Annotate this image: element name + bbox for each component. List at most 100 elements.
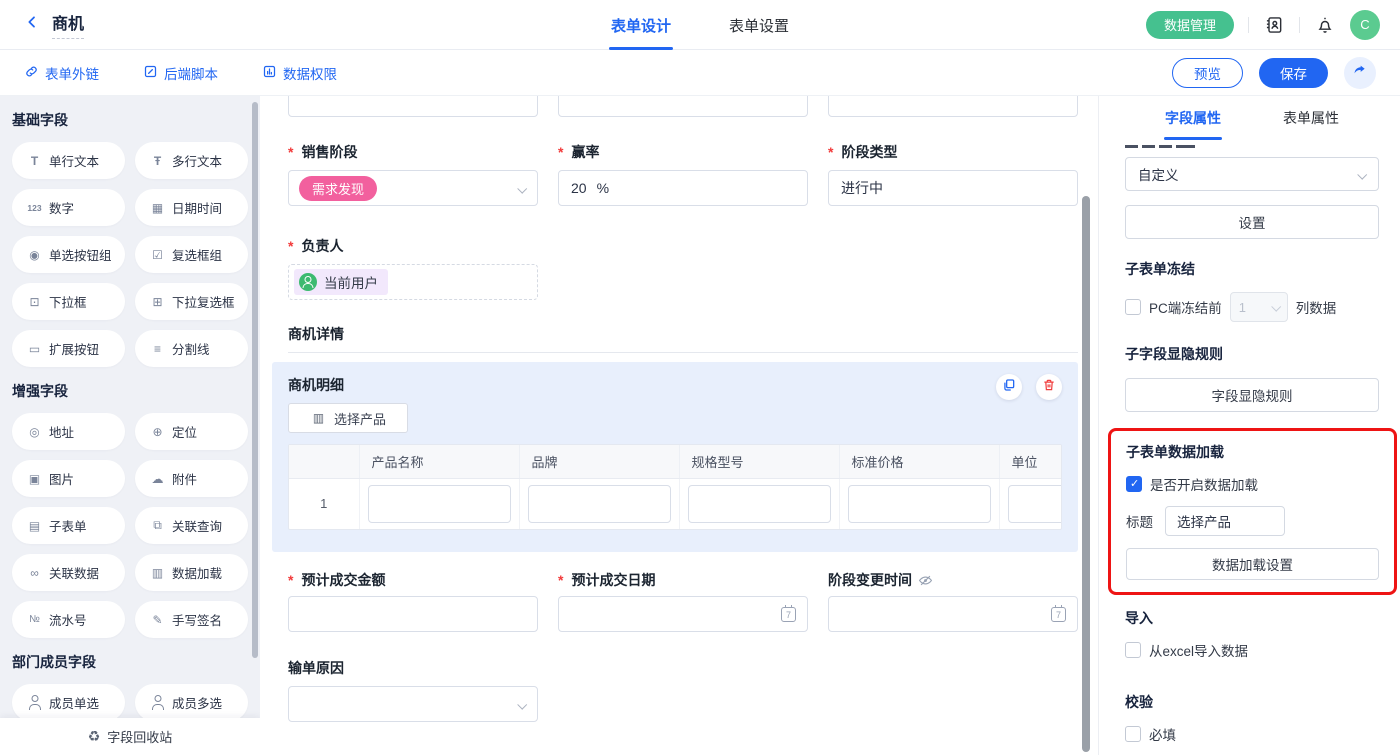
sidebar-item-multi-line-text[interactable]: 多行文本 [135, 142, 248, 179]
extend-button-icon [26, 341, 43, 356]
sidebar-item-member-single[interactable]: 成员单选 [12, 684, 125, 721]
partial-input[interactable] [558, 96, 808, 117]
recycle-icon: ♻ [88, 728, 101, 745]
datetime-icon [149, 200, 166, 215]
chart-icon [310, 411, 327, 426]
divider [1248, 17, 1249, 33]
data-load-section-title: 子表单数据加载 [1126, 442, 1379, 462]
sidebar-item-data-load[interactable]: 数据加载 [135, 554, 248, 591]
table-cell-input[interactable] [688, 485, 831, 523]
column-header: 品牌 [519, 445, 679, 478]
win-rate-input[interactable]: 20 % [558, 170, 808, 206]
number-icon [26, 200, 43, 215]
sidebar-item-divider[interactable]: 分割线 [135, 330, 248, 367]
sidebar-item-linked-query[interactable]: 关联查询 [135, 507, 248, 544]
sales-stage-label: 销售阶段 [288, 142, 538, 162]
sidebar-item-signature[interactable]: 手写签名 [135, 601, 248, 638]
table-cell-input[interactable] [848, 485, 991, 523]
current-user-icon [299, 273, 317, 291]
subform-actions [996, 374, 1062, 400]
sidebar-item-subform[interactable]: 子表单 [12, 507, 125, 544]
location-icon [149, 424, 166, 439]
stage-change-label: 阶段变更时间 [828, 570, 1078, 590]
owner-field[interactable]: 当前用户 [288, 264, 538, 300]
tab-field-properties[interactable]: 字段属性 [1165, 96, 1221, 140]
stage-type-input[interactable]: 进行中 [828, 170, 1078, 206]
sidebar-item-datetime[interactable]: 日期时间 [135, 189, 248, 226]
sidebar-item-serial-number[interactable]: 流水号 [12, 601, 125, 638]
lose-reason-select[interactable] [288, 686, 538, 722]
display-rules-title: 子字段显隐规则 [1125, 344, 1379, 364]
lose-reason-label: 输单原因 [288, 658, 344, 678]
sidebar-scrollbar[interactable] [252, 102, 258, 658]
data-load-checkbox[interactable] [1126, 476, 1142, 492]
partial-input[interactable] [288, 96, 538, 117]
sidebar-item-address[interactable]: 地址 [12, 413, 125, 450]
data-permission-link[interactable]: 数据权限 [262, 63, 337, 83]
partial-input[interactable] [828, 96, 1078, 117]
subform-block-selected[interactable]: 商机明细 [272, 362, 1078, 552]
contact-book-icon[interactable] [1263, 14, 1285, 36]
data-manage-button[interactable]: 数据管理 [1146, 11, 1234, 39]
field-inputs-row-2 [288, 596, 1078, 632]
table-cell-input[interactable] [1008, 485, 1063, 523]
save-button[interactable]: 保存 [1259, 58, 1328, 88]
freeze-checkbox[interactable] [1125, 299, 1141, 315]
back-button[interactable] [20, 13, 44, 37]
subform-title: 商机明细 [288, 375, 1062, 395]
table-cell-input[interactable] [368, 485, 511, 523]
sidebar-item-attachment[interactable]: 附件 [135, 460, 248, 497]
checkbox-group-icon [149, 247, 166, 262]
table-cell-input[interactable] [528, 485, 671, 523]
tab-form-design[interactable]: 表单设计 [611, 0, 671, 50]
chevron-down-icon [517, 700, 527, 710]
toolbar-actions: 预览 保存 [1172, 57, 1376, 89]
delete-button[interactable] [1036, 374, 1062, 400]
settings-button[interactable]: 设置 [1125, 205, 1379, 239]
share-button[interactable] [1344, 57, 1376, 89]
sales-stage-select[interactable]: 需求发现 [288, 170, 538, 206]
type-select[interactable]: 自定义 [1125, 157, 1379, 191]
required-row: 必填 [1125, 724, 1379, 744]
calendar-icon [1051, 607, 1066, 622]
backend-script-link[interactable]: 后端脚本 [143, 63, 218, 83]
sidebar-item-checkbox-group[interactable]: 复选框组 [135, 236, 248, 273]
select-product-button[interactable]: 选择产品 [288, 403, 408, 433]
field-recycle-bin[interactable]: ♻ 字段回收站 [0, 718, 260, 755]
user-avatar[interactable]: C [1350, 10, 1380, 40]
import-row: 从excel导入数据 [1125, 640, 1379, 660]
current-user-tag: 当前用户 [294, 269, 388, 295]
serial-number-icon [26, 612, 43, 627]
multi-dropdown-icon [149, 294, 166, 309]
tab-form-settings[interactable]: 表单设置 [729, 0, 789, 50]
field-labels-row-2: 预计成交金额 预计成交日期 阶段变更时间 [288, 570, 1078, 590]
preview-button[interactable]: 预览 [1172, 58, 1243, 88]
sidebar-item-multi-dropdown[interactable]: 下拉复选框 [135, 283, 248, 320]
form-external-link[interactable]: 表单外链 [24, 63, 99, 83]
sidebar-item-extend-button[interactable]: 扩展按钮 [12, 330, 125, 367]
data-load-settings-button[interactable]: 数据加载设置 [1126, 548, 1379, 580]
tab-form-properties[interactable]: 表单属性 [1283, 96, 1339, 140]
expected-amount-input[interactable] [288, 596, 538, 632]
notification-bell-icon[interactable] [1314, 14, 1336, 36]
title-field-input[interactable]: 选择产品 [1165, 506, 1285, 536]
copy-button[interactable] [996, 374, 1022, 400]
attachment-icon [149, 471, 166, 486]
sidebar-item-image[interactable]: 图片 [12, 460, 125, 497]
sidebar-item-radio-group[interactable]: 单选按钮组 [12, 236, 125, 273]
stage-change-input[interactable] [828, 596, 1078, 632]
display-rules-button[interactable]: 字段显隐规则 [1125, 378, 1379, 412]
freeze-count-select[interactable]: 1 [1230, 292, 1288, 322]
required-checkbox[interactable] [1125, 726, 1141, 742]
sidebar-item-single-line-text[interactable]: 单行文本 [12, 142, 125, 179]
toolbar-links: 表单外链 后端脚本 数据权限 [24, 63, 337, 83]
panel-tabs: 字段属性 表单属性 [1125, 96, 1379, 140]
sidebar-item-location[interactable]: 定位 [135, 413, 248, 450]
expected-date-input[interactable] [558, 596, 808, 632]
canvas-scrollbar[interactable] [1082, 196, 1090, 752]
sidebar-item-number[interactable]: 数字 [12, 189, 125, 226]
sidebar-item-member-multi[interactable]: 成员多选 [135, 684, 248, 721]
sidebar-item-dropdown[interactable]: 下拉框 [12, 283, 125, 320]
sidebar-item-linked-data[interactable]: 关联数据 [12, 554, 125, 591]
excel-import-checkbox[interactable] [1125, 642, 1141, 658]
